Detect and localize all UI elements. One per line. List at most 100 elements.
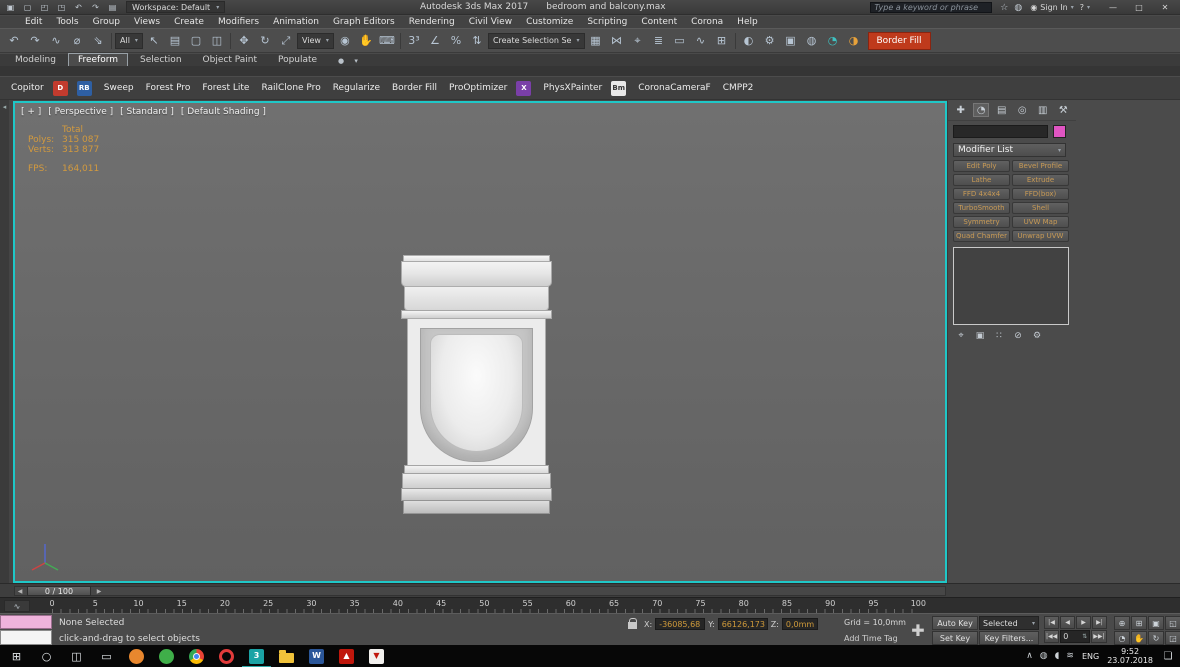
maximize-button[interactable]: □ — [1126, 0, 1152, 15]
menu-item[interactable]: Corona — [684, 17, 730, 27]
sign-in-button[interactable]: ◉ Sign In ▾ — [1030, 3, 1073, 12]
chrome-icon[interactable] — [189, 649, 204, 664]
select-and-manipulate-icon[interactable]: ✋ — [356, 31, 376, 50]
zoom-extents-icon[interactable]: ▣ — [1148, 616, 1164, 630]
render-setup-icon[interactable]: ⚙ — [760, 31, 780, 50]
maximize-viewport-toggle-icon[interactable]: ◲ — [1165, 631, 1180, 645]
close-button[interactable]: ✕ — [1152, 0, 1178, 15]
help-menu[interactable]: ? ▾ — [1080, 3, 1090, 12]
modifier-stack-list[interactable] — [953, 247, 1069, 325]
maxscript-mini-listener-macro[interactable] — [0, 615, 52, 629]
use-pivot-point-icon[interactable]: ◉ — [335, 31, 355, 50]
set-key-button[interactable]: Set Key — [932, 631, 978, 645]
menu-item[interactable]: Create — [167, 17, 211, 27]
go-to-start-button[interactable]: |◀ — [1044, 616, 1059, 629]
modifier-set-button[interactable]: Lathe — [953, 174, 1010, 186]
railclone-pro-button[interactable]: RailClone Pro — [258, 83, 320, 93]
viewport-pov-menu[interactable]: [ Perspective ] — [48, 107, 113, 117]
percent-snap-icon[interactable]: % — [446, 31, 466, 50]
help-search-field[interactable] — [870, 2, 992, 13]
field-of-view-icon[interactable]: ◔ — [1114, 631, 1130, 645]
next-key-button[interactable]: ▶▶| — [1091, 630, 1106, 643]
save-file-icon[interactable]: ◳ — [54, 1, 69, 13]
system-app-icon[interactable]: ▭ — [99, 649, 114, 664]
redo-quick-icon[interactable]: ↷ — [88, 1, 103, 13]
select-and-scale-icon[interactable]: ⤢ — [276, 31, 296, 50]
make-unique-icon[interactable]: ∷ — [991, 329, 1007, 342]
auto-key-button[interactable]: Auto Key — [932, 616, 978, 630]
spinner-snap-icon[interactable]: ⇅ — [467, 31, 487, 50]
viewport-visual-style-menu[interactable]: [ Standard ] — [120, 107, 174, 117]
layer-manager-icon[interactable]: ≣ — [649, 31, 669, 50]
reference-coordinate-dropdown[interactable]: View ▾ — [297, 33, 334, 49]
corona-toolbar-icon-a[interactable]: ◔ — [823, 31, 843, 50]
copitor-button[interactable]: Copitor — [8, 83, 44, 93]
selection-set-dropdown[interactable]: Selected ▾ — [979, 616, 1039, 630]
modify-tab-icon[interactable]: ◔ — [973, 103, 989, 117]
rendered-frame-window-icon[interactable]: ▣ — [781, 31, 801, 50]
modifier-set-button[interactable]: Symmetry — [953, 216, 1010, 228]
redo-icon[interactable]: ↷ — [25, 31, 45, 50]
cmpp2-button[interactable]: CMPP2 — [720, 83, 754, 93]
menu-item[interactable]: Graph Editors — [326, 17, 402, 27]
pan-icon[interactable]: ✋ — [1131, 631, 1147, 645]
green-app-icon[interactable] — [159, 649, 174, 664]
new-scene-icon[interactable]: ▢ — [20, 1, 35, 13]
corona-toolbar-icon-b[interactable]: ◑ — [844, 31, 864, 50]
add-time-tag-button[interactable]: Add Time Tag — [844, 634, 898, 643]
modifier-set-button[interactable]: TurboSmooth — [953, 202, 1010, 214]
utilities-tab-icon[interactable]: ⚒ — [1055, 103, 1070, 117]
menu-item[interactable]: Views — [127, 17, 167, 27]
3d-model-corbel[interactable] — [401, 255, 553, 527]
bind-to-space-warp-icon[interactable]: ⇘ — [88, 31, 108, 50]
edit-named-sets-icon[interactable]: ▦ — [586, 31, 606, 50]
modifier-set-button[interactable]: Edit Poly — [953, 160, 1010, 172]
folder-icon[interactable] — [279, 653, 294, 663]
menu-item[interactable]: Animation — [266, 17, 326, 27]
border-fill-toolbar-button[interactable]: Border Fill — [868, 32, 931, 50]
align-icon[interactable]: ⌖ — [628, 31, 648, 50]
minimize-button[interactable]: — — [1100, 0, 1126, 15]
curve-editor-icon[interactable]: ∿ — [691, 31, 711, 50]
physx-icon[interactable]: X — [516, 81, 531, 96]
sweep-button[interactable]: Sweep — [101, 83, 134, 93]
bm-plugin-icon[interactable]: Bm — [611, 81, 626, 96]
ribbon-tab[interactable]: Object Paint — [194, 54, 266, 66]
3ds-max-icon[interactable]: 3 — [249, 649, 264, 664]
regularize-button[interactable]: Regularize — [330, 83, 380, 93]
pdf-doc-icon[interactable]: ▼ — [369, 649, 384, 664]
border-fill-plugin-button[interactable]: Border Fill — [389, 83, 437, 93]
material-editor-icon[interactable]: ◐ — [739, 31, 759, 50]
corona-camera-button[interactable]: CoronaCameraF — [635, 83, 711, 93]
window-crossing-icon[interactable]: ◫ — [207, 31, 227, 50]
render-production-icon[interactable]: ◍ — [802, 31, 822, 50]
open-file-icon[interactable]: ◰ — [37, 1, 52, 13]
menu-item[interactable]: Scripting — [580, 17, 634, 27]
select-object-icon[interactable]: ↖ — [144, 31, 164, 50]
undo-icon[interactable]: ↶ — [4, 31, 24, 50]
remove-modifier-icon[interactable]: ⊘ — [1010, 329, 1026, 342]
modifier-set-button[interactable]: FFD 4x4x4 — [953, 188, 1010, 200]
action-center-icon[interactable]: ❏ — [1161, 649, 1175, 663]
menu-item[interactable]: Civil View — [462, 17, 519, 27]
rb-plugin-icon[interactable]: RB — [77, 81, 92, 96]
ribbon-tab[interactable]: Selection — [131, 54, 190, 66]
start-button[interactable]: ⊞ — [9, 649, 24, 664]
prooptimizer-button[interactable]: ProOptimizer — [446, 83, 507, 93]
modifier-set-button[interactable]: Quad Chamfer — [953, 230, 1010, 242]
current-frame-field[interactable]: 0 ⇅ — [1060, 630, 1090, 643]
time-slider-left-arrow[interactable]: ◀ — [15, 587, 25, 596]
ribbon-config-icon[interactable]: ● — [335, 56, 347, 66]
viewport-layout-tab-bar[interactable]: ◂ — [0, 100, 9, 583]
project-folder-icon[interactable]: ▤ — [105, 1, 120, 13]
select-by-name-icon[interactable]: ▤ — [165, 31, 185, 50]
show-end-result-icon[interactable]: ▣ — [972, 329, 988, 342]
angle-snap-icon[interactable]: ∠ — [425, 31, 445, 50]
notification-bell-icon[interactable]: ◍ — [1012, 2, 1024, 14]
menu-item[interactable]: Help — [730, 17, 765, 27]
menu-item[interactable]: Rendering — [402, 17, 462, 27]
mirror-icon[interactable]: ⋈ — [607, 31, 627, 50]
plus-gizmo-icon[interactable]: ✚ — [906, 618, 930, 642]
select-and-link-icon[interactable]: ∿ — [46, 31, 66, 50]
undo-quick-icon[interactable]: ↶ — [71, 1, 86, 13]
